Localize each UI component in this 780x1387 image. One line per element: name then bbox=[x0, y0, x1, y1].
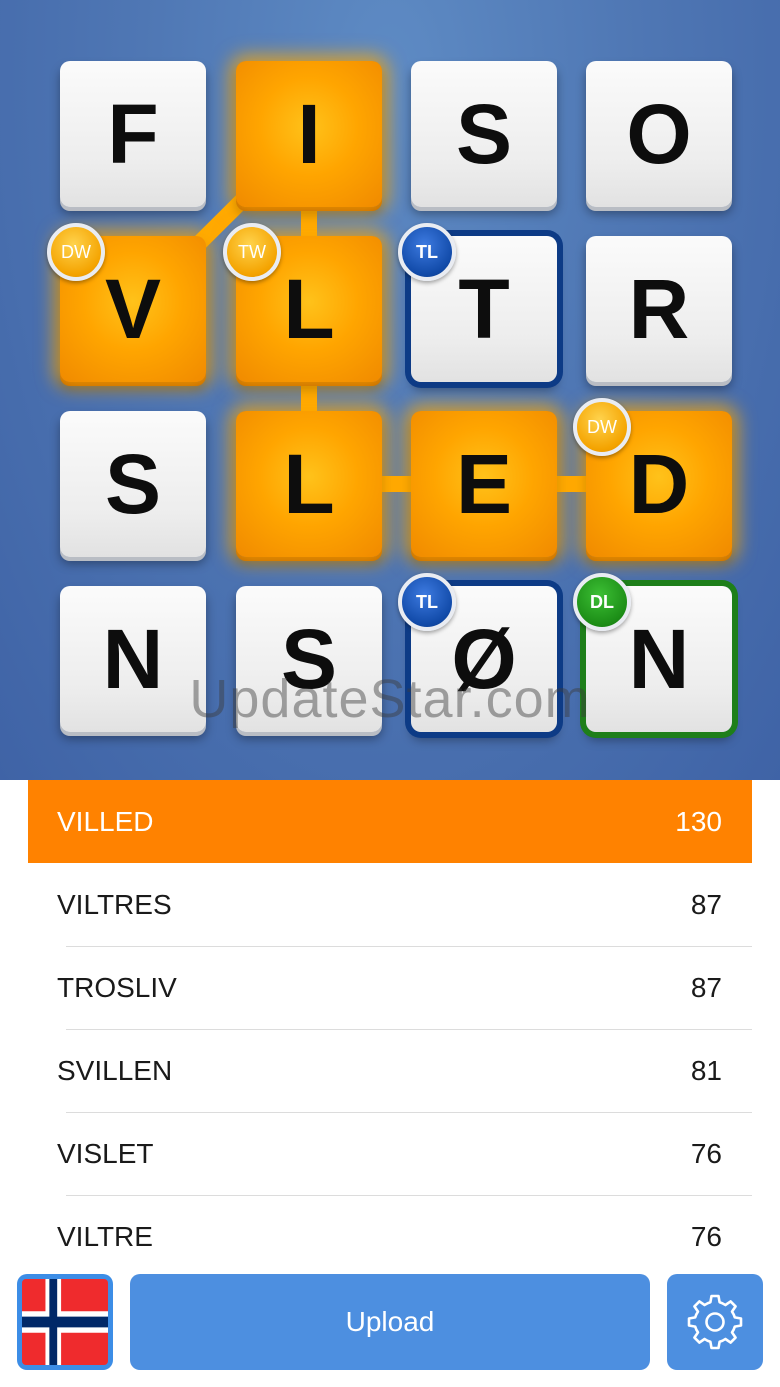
tile-letter: N bbox=[628, 612, 690, 706]
gear-icon bbox=[687, 1294, 743, 1350]
letter-tile[interactable]: N bbox=[60, 586, 206, 732]
tile-letter: D bbox=[628, 437, 690, 531]
word-row[interactable]: VILLED 130 bbox=[28, 780, 752, 863]
tile-letter: S bbox=[455, 87, 513, 181]
word-text: VILTRES bbox=[57, 888, 172, 920]
word-text: TROSLIV bbox=[57, 971, 177, 1003]
word-row[interactable]: VILTRES 87 bbox=[28, 863, 752, 946]
triple-word-badge: TW bbox=[223, 223, 281, 281]
word-row[interactable]: VISLET 76 bbox=[28, 1112, 752, 1195]
letter-tile[interactable]: F bbox=[60, 61, 206, 207]
word-score: 81 bbox=[690, 1054, 722, 1086]
letter-tile[interactable]: S bbox=[236, 586, 382, 732]
word-row[interactable]: TROSLIV 87 bbox=[28, 946, 752, 1029]
norway-flag-icon bbox=[22, 1279, 108, 1365]
letter-tile[interactable]: E bbox=[411, 411, 557, 557]
word-row[interactable]: VILTRE 76 bbox=[28, 1195, 752, 1270]
word-list: VILLED 130 VILTRES 87 TROSLIV 87 SVILLEN 81 VISL… bbox=[0, 780, 780, 1270]
tile-letter: Ø bbox=[451, 612, 517, 706]
letter-tile[interactable]: L bbox=[236, 411, 382, 557]
letter-tile[interactable]: R bbox=[586, 236, 732, 382]
letter-tile[interactable]: S bbox=[411, 61, 557, 207]
double-word-badge: DW bbox=[573, 398, 631, 456]
word-text: VILLED bbox=[57, 805, 154, 837]
tile-letter: R bbox=[628, 262, 690, 356]
tile-letter: E bbox=[455, 437, 513, 531]
settings-button[interactable] bbox=[667, 1274, 763, 1370]
tile-letter: F bbox=[107, 87, 159, 181]
bottom-toolbar: Upload bbox=[0, 1270, 780, 1387]
letter-tile[interactable]: I bbox=[236, 61, 382, 207]
tile-letter: I bbox=[297, 87, 321, 181]
double-letter-badge: DL bbox=[573, 573, 631, 631]
letter-tile[interactable]: S bbox=[60, 411, 206, 557]
tile-letter: L bbox=[283, 262, 335, 356]
word-text: VISLET bbox=[57, 1137, 154, 1169]
tile-letter: V bbox=[104, 262, 162, 356]
word-score: 76 bbox=[690, 1220, 722, 1252]
word-score: 87 bbox=[690, 888, 722, 920]
double-word-badge: DW bbox=[47, 223, 105, 281]
letter-tile[interactable]: O bbox=[586, 61, 732, 207]
word-score: 87 bbox=[690, 971, 722, 1003]
language-flag-button[interactable] bbox=[17, 1274, 113, 1370]
tile-letter: S bbox=[280, 612, 338, 706]
tile-letter: L bbox=[283, 437, 335, 531]
tile-letter: N bbox=[102, 612, 164, 706]
triple-letter-badge: TL bbox=[398, 573, 456, 631]
word-score: 130 bbox=[675, 805, 722, 837]
tile-letter: O bbox=[626, 87, 692, 181]
letter-board: F I S O V DW L TW T TL R S L E D DW N S Ø TL N DL UpdateStar.… bbox=[0, 0, 780, 780]
word-score: 76 bbox=[690, 1137, 722, 1169]
tile-letter: T bbox=[458, 262, 510, 356]
word-text: SVILLEN bbox=[57, 1054, 173, 1086]
upload-button[interactable]: Upload bbox=[130, 1274, 650, 1370]
tile-letter: S bbox=[104, 437, 162, 531]
word-text: VILTRE bbox=[57, 1220, 153, 1252]
triple-letter-badge: TL bbox=[398, 223, 456, 281]
word-row[interactable]: SVILLEN 81 bbox=[28, 1029, 752, 1112]
